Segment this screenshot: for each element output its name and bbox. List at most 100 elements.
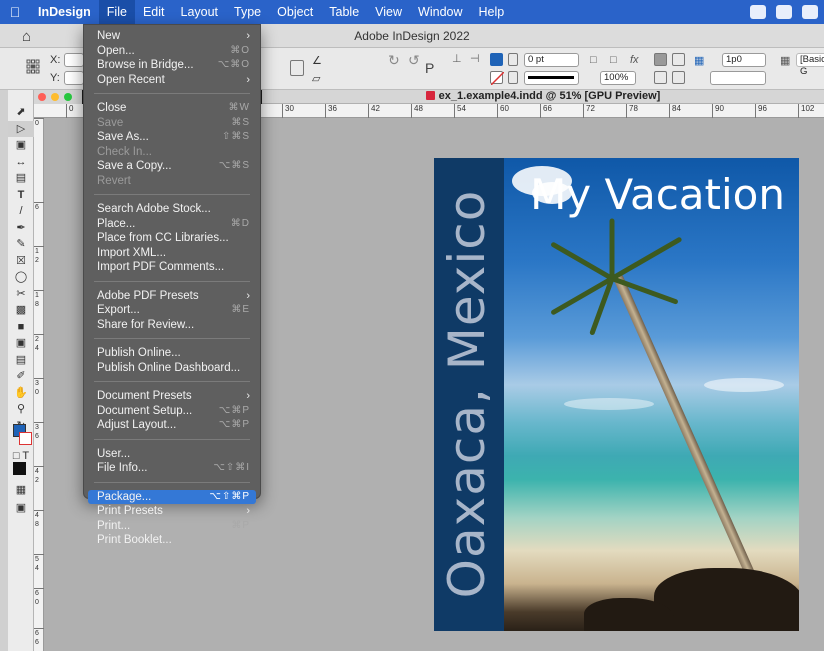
menu-item-publish-online[interactable]: Publish Online... <box>88 346 256 361</box>
menu-app-name[interactable]: InDesign <box>30 0 99 24</box>
eyedropper-tool-icon[interactable]: ✐ <box>8 368 34 385</box>
stroke-weight-field[interactable]: 0 pt <box>524 53 579 67</box>
fill-dropdown-icon[interactable] <box>508 53 518 66</box>
selection-tool-icon[interactable]: ⬈ <box>8 104 34 121</box>
document-tab[interactable]: ex_1.example4.indd @ 51% [GPU Preview] <box>262 90 824 104</box>
line-tool-icon[interactable]: / <box>8 203 34 220</box>
menu-item-file-info[interactable]: File Info... ⌥⇧⌘I <box>88 461 256 476</box>
minimize-window-icon[interactable] <box>51 93 59 101</box>
menu-item-adjust-layout[interactable]: Adjust Layout... ⌥⌘P <box>88 418 256 433</box>
frame-icon[interactable]: □ <box>590 54 597 66</box>
apply-none-icon[interactable]: ▦ <box>8 482 34 499</box>
zoom-tool-icon[interactable]: ⚲ <box>8 401 34 418</box>
hand-tool-icon[interactable]: ✋ <box>8 385 34 402</box>
pen-tool-icon[interactable]: ✒ <box>8 220 34 237</box>
menu-help[interactable]: Help <box>471 0 513 24</box>
align-left-icon[interactable] <box>654 53 667 66</box>
type-tool-icon[interactable]: T <box>8 187 34 204</box>
menu-item-document-setup[interactable]: Document Setup... ⌥⌘P <box>88 404 256 419</box>
menu-item-print[interactable]: Print... ⌘P <box>88 519 256 534</box>
free-transform-tool-icon[interactable]: ▩ <box>8 302 34 319</box>
y-field[interactable] <box>64 71 84 85</box>
menu-item-import-pdf-comments[interactable]: Import PDF Comments... <box>88 260 256 275</box>
gap-tool-icon[interactable]: ↔ <box>8 154 34 171</box>
menu-item-print-presets[interactable]: Print Presets › <box>88 504 256 519</box>
menu-item-user[interactable]: User... <box>88 447 256 462</box>
menu-file[interactable]: File <box>98 0 135 24</box>
vertical-location-text[interactable]: Oaxaca, Mexico <box>438 189 500 599</box>
fill-swatch[interactable] <box>490 53 503 66</box>
menu-item-save-as[interactable]: Save As... ⇧⌘S <box>88 130 256 145</box>
stroke-dropdown-icon[interactable] <box>508 71 518 84</box>
screen-icon[interactable] <box>750 5 766 19</box>
rotate-ccw-icon[interactable]: ↺ <box>408 52 420 69</box>
pencil-tool-icon[interactable]: ✎ <box>8 236 34 253</box>
menu-window[interactable]: Window <box>410 0 470 24</box>
distribute-icon[interactable]: ⊣ <box>470 52 480 65</box>
vertical-ruler[interactable]: 0 6 1 2 1 8 2 4 3 0 3 6 4 2 4 8 5 4 6 0 … <box>34 118 44 651</box>
fx-icon[interactable]: fx <box>630 54 639 66</box>
gutter-field[interactable]: 1p0 <box>722 53 766 67</box>
ellipse-tool-icon[interactable]: ◯ <box>8 269 34 286</box>
menu-item-close[interactable]: Close ⌘W <box>88 101 256 116</box>
menu-item-search-adobe-stock[interactable]: Search Adobe Stock... <box>88 202 256 217</box>
menu-object[interactable]: Object <box>269 0 321 24</box>
menu-edit[interactable]: Edit <box>135 0 173 24</box>
page-tool-icon[interactable]: ▣ <box>8 137 34 154</box>
menu-view[interactable]: View <box>367 0 410 24</box>
gradient-feather-tool-icon[interactable]: ▣ <box>8 335 34 352</box>
rotate-cw-icon[interactable]: ↻ <box>388 52 400 69</box>
rotate-icon[interactable]: ∠ <box>312 54 322 67</box>
dropbox-icon[interactable] <box>776 5 792 19</box>
align-center-icon[interactable] <box>672 53 685 66</box>
text-frame-icon[interactable]: P <box>425 60 434 76</box>
stroke-type-field[interactable] <box>524 71 579 85</box>
x-field[interactable] <box>64 53 84 67</box>
frame-fit-icon[interactable]: □ <box>610 54 617 66</box>
menu-item-place[interactable]: Place... ⌘D <box>88 217 256 232</box>
menu-item-browse-in-bridge[interactable]: Browse in Bridge... ⌥⌘O <box>88 58 256 73</box>
beach-photo[interactable] <box>504 158 799 631</box>
rectangle-frame-tool-icon[interactable]: ☒ <box>8 253 34 270</box>
creative-cloud-icon[interactable] <box>802 5 818 19</box>
document-page[interactable]: Oaxaca, Mexico My Vacation <box>434 158 799 631</box>
constrain-link-icon[interactable] <box>290 60 304 76</box>
menu-item-package[interactable]: Package... ⌥⇧⌘P <box>88 489 256 504</box>
menu-item-place-from-cc-libraries[interactable]: Place from CC Libraries... <box>88 231 256 246</box>
menu-table[interactable]: Table <box>321 0 367 24</box>
columns-icon[interactable] <box>654 71 667 84</box>
menu-item-share-for-review[interactable]: Share for Review... <box>88 318 256 333</box>
stroke-swatch[interactable] <box>490 71 505 86</box>
scissors-tool-icon[interactable]: ✂ <box>8 286 34 303</box>
shear-icon[interactable]: ▱ <box>312 72 320 85</box>
close-window-icon[interactable] <box>38 93 46 101</box>
span-columns-icon[interactable] <box>672 71 685 84</box>
page-title-text[interactable]: My Vacation <box>530 170 785 219</box>
content-collector-icon[interactable]: ▤ <box>8 170 34 187</box>
apply-color-icon[interactable] <box>13 462 26 475</box>
menu-item-document-presets[interactable]: Document Presets › <box>88 389 256 404</box>
menu-item-print-booklet[interactable]: Print Booklet... <box>88 533 256 548</box>
menu-item-save-a-copy[interactable]: Save a Copy... ⌥⌘S <box>88 159 256 174</box>
menu-item-publish-online-dashboard[interactable]: Publish Online Dashboard... <box>88 361 256 376</box>
scale-field[interactable]: 100% <box>600 71 636 85</box>
menu-item-import-xml[interactable]: Import XML... <box>88 246 256 261</box>
menu-item-open-recent[interactable]: Open Recent › <box>88 73 256 88</box>
menu-item-open[interactable]: Open... ⌘O <box>88 44 256 59</box>
direct-selection-tool-icon[interactable]: ▷ <box>8 120 34 137</box>
baseline-field[interactable] <box>710 71 766 85</box>
align-icon[interactable]: ⊥ <box>452 52 462 65</box>
note-tool-icon[interactable]: ▤ <box>8 352 34 369</box>
menu-item-adobe-pdf-presets[interactable]: Adobe PDF Presets › <box>88 289 256 304</box>
object-style-field[interactable]: [Basic G <box>796 53 824 77</box>
zoom-window-icon[interactable] <box>64 93 72 101</box>
menu-layout[interactable]: Layout <box>173 0 227 24</box>
screen-mode-icon[interactable]: ▣ <box>8 500 34 517</box>
gradient-tool-icon[interactable]: ■ <box>8 319 34 336</box>
menu-type[interactable]: Type <box>226 0 269 24</box>
apple-icon[interactable]:  <box>0 4 30 20</box>
menu-item-new[interactable]: New › <box>88 29 256 44</box>
menu-item-export[interactable]: Export... ⌘E <box>88 303 256 318</box>
reference-point-icon[interactable] <box>26 56 40 78</box>
stroke-color-icon[interactable] <box>19 432 32 445</box>
